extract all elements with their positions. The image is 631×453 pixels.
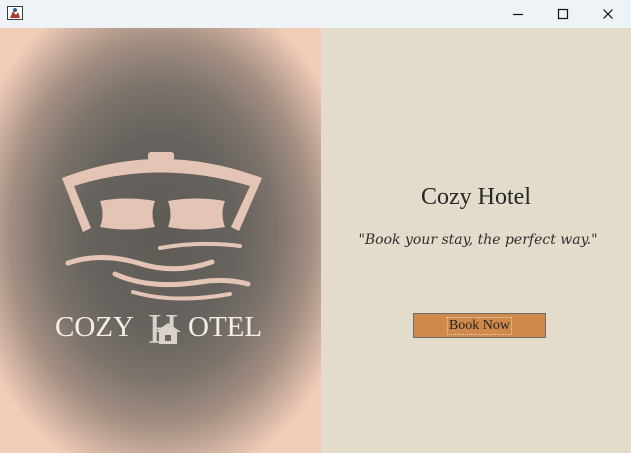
close-icon — [603, 9, 613, 19]
logo-text-otel: OTEL — [188, 311, 262, 343]
minimize-button[interactable] — [495, 0, 541, 28]
logo-text-cozy: COZY — [55, 311, 134, 343]
cozy-hotel-logo: COZY H OTEL — [55, 152, 262, 353]
logo-panel: COZY H OTEL — [0, 28, 321, 453]
window-titlebar — [0, 0, 631, 28]
tagline: "Book your stay, the perfect way." — [358, 232, 598, 248]
java-app-icon — [7, 6, 23, 20]
close-button[interactable] — [585, 0, 631, 28]
hotel-title: Cozy Hotel — [421, 184, 531, 210]
blanket-waves-icon — [65, 241, 251, 301]
bed-headboard-icon — [62, 152, 262, 232]
maximize-icon — [557, 8, 569, 20]
maximize-button[interactable] — [540, 0, 586, 28]
minimize-icon — [513, 13, 523, 16]
book-now-button[interactable]: Book Now — [413, 313, 546, 338]
booking-panel: Cozy Hotel "Book your stay, the perfect … — [321, 28, 631, 453]
book-now-label: Book Now — [446, 316, 513, 335]
pillow-icon — [100, 198, 225, 230]
